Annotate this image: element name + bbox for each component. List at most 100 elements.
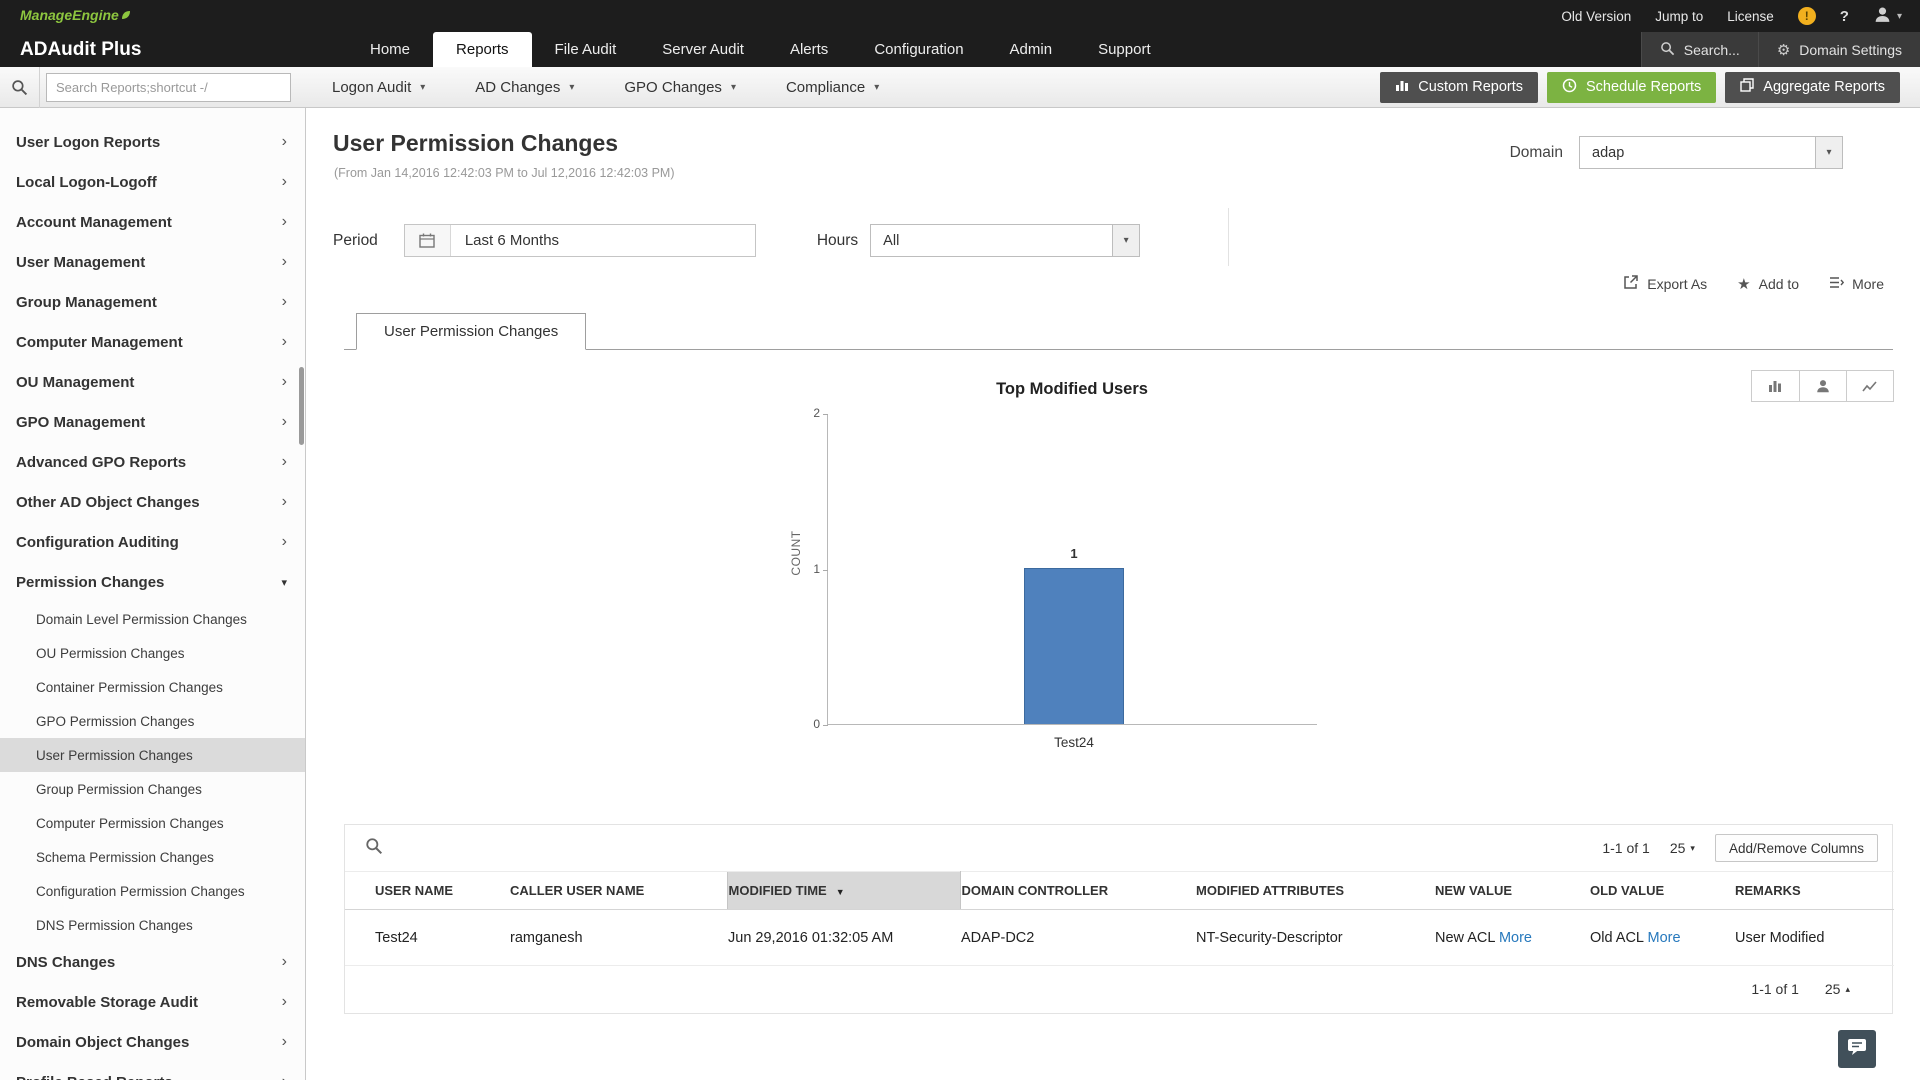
sidebar-subitem-container-permission-changes[interactable]: Container Permission Changes bbox=[0, 670, 305, 704]
sidebar-subitem-ou-permission-changes[interactable]: OU Permission Changes bbox=[0, 636, 305, 670]
cell-new-value: New ACL More bbox=[1434, 910, 1589, 966]
sidebar-item-removable-storage-audit[interactable]: Removable Storage Audit› bbox=[0, 982, 305, 1022]
sidebar-scrollbar[interactable] bbox=[299, 367, 304, 445]
column-header-remarks[interactable]: REMARKS bbox=[1734, 872, 1894, 910]
top-users-icon[interactable] bbox=[1799, 371, 1846, 401]
nav-tab-reports[interactable]: Reports bbox=[433, 32, 532, 67]
domain-group: Domain adap ▾ bbox=[1510, 136, 1843, 169]
aggregate-reports-button[interactable]: Aggregate Reports bbox=[1725, 72, 1900, 103]
menu-compliance[interactable]: Compliance▾ bbox=[761, 79, 904, 96]
sidebar-item-permission-changes[interactable]: Permission Changes▾ bbox=[0, 562, 305, 602]
sidebar-item-local-logon-logoff[interactable]: Local Logon-Logoff› bbox=[0, 162, 305, 202]
sidebar-subitem-domain-level-permission-changes[interactable]: Domain Level Permission Changes bbox=[0, 602, 305, 636]
sidebar-subitem-gpo-permission-changes[interactable]: GPO Permission Changes bbox=[0, 704, 305, 738]
column-header-user-name[interactable]: USER NAME bbox=[345, 872, 509, 910]
nav-tab-file-audit[interactable]: File Audit bbox=[532, 32, 640, 67]
sidebar-subitem-computer-permission-changes[interactable]: Computer Permission Changes bbox=[0, 806, 305, 840]
domain-settings-label: Domain Settings bbox=[1799, 42, 1902, 58]
license-link[interactable]: License bbox=[1727, 9, 1774, 24]
chart-type-icon[interactable] bbox=[1752, 371, 1799, 401]
sidebar-item-account-management[interactable]: Account Management› bbox=[0, 202, 305, 242]
sidebar-subitem-dns-permission-changes[interactable]: DNS Permission Changes bbox=[0, 908, 305, 942]
column-header-new-value[interactable]: NEW VALUE bbox=[1434, 872, 1589, 910]
menu-logon-audit[interactable]: Logon Audit▾ bbox=[307, 79, 450, 96]
column-header-modified-attributes[interactable]: MODIFIED ATTRIBUTES bbox=[1195, 872, 1434, 910]
sidebar-item-computer-management[interactable]: Computer Management› bbox=[0, 322, 305, 362]
more-action[interactable]: More bbox=[1829, 276, 1884, 292]
pagination-text: 1-1 of 1 bbox=[1602, 840, 1649, 856]
notification-icon[interactable]: ! bbox=[1798, 7, 1816, 25]
menu-gpo-changes[interactable]: GPO Changes▾ bbox=[599, 79, 761, 96]
custom-reports-button[interactable]: Custom Reports bbox=[1380, 72, 1538, 103]
sidebar-item-dns-changes[interactable]: DNS Changes› bbox=[0, 942, 305, 982]
sidebar-subitem-user-permission-changes[interactable]: User Permission Changes bbox=[0, 738, 305, 772]
more-link[interactable]: More bbox=[1499, 930, 1532, 946]
sidebar-subitem-schema-permission-changes[interactable]: Schema Permission Changes bbox=[0, 840, 305, 874]
export-as-label: Export As bbox=[1647, 276, 1707, 292]
topbar-search-button[interactable]: Search... bbox=[1641, 32, 1758, 67]
report-search-icon[interactable] bbox=[0, 67, 40, 108]
table-search-icon[interactable] bbox=[365, 837, 383, 860]
nav-tab-home[interactable]: Home bbox=[347, 32, 433, 67]
sidebar-item-configuration-auditing[interactable]: Configuration Auditing› bbox=[0, 522, 305, 562]
line-chart-icon[interactable] bbox=[1846, 371, 1893, 401]
custom-reports-label: Custom Reports bbox=[1418, 79, 1523, 95]
sidebar-item-user-logon-reports[interactable]: User Logon Reports› bbox=[0, 122, 305, 162]
nav-tab-admin[interactable]: Admin bbox=[987, 32, 1076, 67]
sidebar-item-other-ad-object-changes[interactable]: Other AD Object Changes› bbox=[0, 482, 305, 522]
sidebar-item-user-management[interactable]: User Management› bbox=[0, 242, 305, 282]
domain-select[interactable]: adap ▾ bbox=[1579, 136, 1843, 169]
hours-select[interactable]: All ▾ bbox=[870, 224, 1140, 257]
results-table-panel: 1-1 of 1 25 ▾ Add/Remove Columns USER NA… bbox=[344, 824, 1893, 1014]
page-title: User Permission Changes bbox=[333, 130, 618, 157]
user-menu[interactable]: ▾ bbox=[1873, 5, 1902, 27]
menu-ad-changes[interactable]: AD Changes▾ bbox=[450, 79, 599, 96]
sidebar-item-group-management[interactable]: Group Management› bbox=[0, 282, 305, 322]
nav-tab-configuration[interactable]: Configuration bbox=[851, 32, 986, 67]
filter-divider bbox=[1228, 208, 1229, 266]
feedback-button[interactable] bbox=[1838, 1030, 1876, 1068]
permission-changes-children: Domain Level Permission ChangesOU Permis… bbox=[0, 602, 305, 942]
nav-tab-alerts[interactable]: Alerts bbox=[767, 32, 851, 67]
nav-tab-server-audit[interactable]: Server Audit bbox=[639, 32, 767, 67]
x-category-label: Test24 bbox=[1024, 735, 1124, 750]
more-link[interactable]: More bbox=[1648, 930, 1681, 946]
caret-down-icon[interactable]: ▾ bbox=[1112, 225, 1139, 256]
add-remove-columns-button[interactable]: Add/Remove Columns bbox=[1715, 834, 1878, 862]
sidebar-item-ou-management[interactable]: OU Management› bbox=[0, 362, 305, 402]
column-header-domain-controller[interactable]: DOMAIN CONTROLLER bbox=[960, 872, 1195, 910]
report-search-input[interactable] bbox=[46, 73, 291, 102]
caret-down-icon: ▾ bbox=[1690, 843, 1695, 854]
help-icon[interactable]: ? bbox=[1840, 8, 1849, 25]
old-version-link[interactable]: Old Version bbox=[1561, 9, 1631, 24]
column-header-modified-time[interactable]: MODIFIED TIME▼ bbox=[727, 872, 960, 910]
domain-settings-button[interactable]: ⚙ Domain Settings bbox=[1758, 32, 1920, 67]
sidebar-item-advanced-gpo-reports[interactable]: Advanced GPO Reports› bbox=[0, 442, 305, 482]
chart-plot: COUNT 0121Test24 bbox=[827, 414, 1317, 725]
sidebar-subitem-group-permission-changes[interactable]: Group Permission Changes bbox=[0, 772, 305, 806]
sidebar-item-domain-object-changes[interactable]: Domain Object Changes› bbox=[0, 1022, 305, 1062]
table-row[interactable]: Test24ramganeshJun 29,2016 01:32:05 AMAD… bbox=[345, 910, 1894, 966]
sidebar-item-gpo-management[interactable]: GPO Management› bbox=[0, 402, 305, 442]
chart-bar[interactable] bbox=[1024, 568, 1124, 724]
footer-page-size-select[interactable]: 25 ▴ bbox=[1825, 981, 1850, 997]
sidebar-subitem-configuration-permission-changes[interactable]: Configuration Permission Changes bbox=[0, 874, 305, 908]
footer-pagination-text: 1-1 of 1 bbox=[1751, 981, 1798, 997]
report-actions: Export As ★ Add to More bbox=[1623, 274, 1884, 293]
period-label: Period bbox=[333, 232, 378, 250]
add-to-action[interactable]: ★ Add to bbox=[1737, 275, 1799, 293]
column-header-caller-user-name[interactable]: CALLER USER NAME bbox=[509, 872, 727, 910]
jump-to-link[interactable]: Jump to bbox=[1655, 9, 1703, 24]
caret-down-icon[interactable]: ▾ bbox=[1815, 137, 1842, 168]
sidebar-item-profile-based-reports[interactable]: Profile Based Reports› bbox=[0, 1062, 305, 1080]
tab-user-permission-changes[interactable]: User Permission Changes bbox=[356, 313, 586, 350]
nav-tab-support[interactable]: Support bbox=[1075, 32, 1174, 67]
schedule-reports-button[interactable]: Schedule Reports bbox=[1547, 72, 1716, 103]
export-icon bbox=[1623, 274, 1639, 293]
cell-modified-attributes: NT-Security-Descriptor bbox=[1195, 910, 1434, 966]
calendar-icon[interactable] bbox=[405, 225, 451, 256]
page-size-select[interactable]: 25 ▾ bbox=[1670, 840, 1695, 856]
export-as-action[interactable]: Export As bbox=[1623, 274, 1707, 293]
period-picker[interactable]: Last 6 Months bbox=[404, 224, 756, 257]
column-header-old-value[interactable]: OLD VALUE bbox=[1589, 872, 1734, 910]
